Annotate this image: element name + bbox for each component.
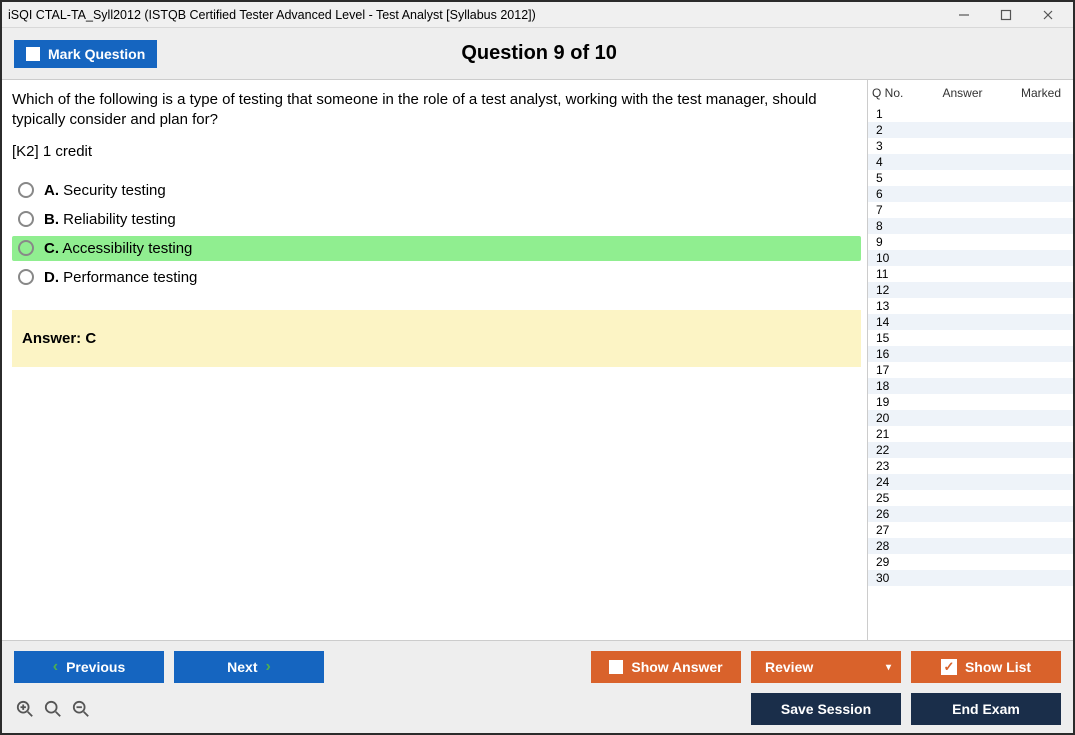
checkbox-icon (609, 660, 623, 674)
radio-icon (18, 182, 34, 198)
end-exam-button[interactable]: End Exam (911, 693, 1061, 725)
footer-row-1: ‹ Previous Next › Show Answer Review ▾ ✓… (14, 651, 1061, 683)
window-controls (951, 5, 1067, 25)
option-c[interactable]: C. Accessibility testing (12, 236, 861, 261)
footer-row-2: Save Session End Exam (14, 693, 1061, 725)
chevron-left-icon: ‹ (53, 658, 58, 676)
previous-label: Previous (66, 659, 125, 675)
navigator-row[interactable]: 11 (868, 266, 1073, 282)
navigator-row[interactable]: 21 (868, 426, 1073, 442)
navigator-row[interactable]: 25 (868, 490, 1073, 506)
navigator-row[interactable]: 17 (868, 362, 1073, 378)
option-d[interactable]: D. Performance testing (12, 265, 861, 290)
checkbox-checked-icon: ✓ (941, 659, 957, 675)
navigator-row[interactable]: 28 (868, 538, 1073, 554)
option-b[interactable]: B. Reliability testing (12, 207, 861, 232)
navigator-row[interactable]: 10 (868, 250, 1073, 266)
navigator-row[interactable]: 9 (868, 234, 1073, 250)
next-button[interactable]: Next › (174, 651, 324, 683)
navigator-row[interactable]: 29 (868, 554, 1073, 570)
chevron-down-icon: ▾ (886, 662, 891, 673)
radio-icon (18, 211, 34, 227)
zoom-in-button[interactable] (14, 698, 36, 720)
minimize-button[interactable] (951, 5, 977, 25)
answer-box: Answer: C (12, 310, 861, 367)
navigator-row[interactable]: 8 (868, 218, 1073, 234)
option-label: A. Security testing (44, 182, 166, 199)
navigator-row[interactable]: 20 (868, 410, 1073, 426)
question-counter: Question 9 of 10 (157, 42, 921, 65)
navigator-row[interactable]: 14 (868, 314, 1073, 330)
content-area: Which of the following is a type of test… (2, 80, 1073, 640)
show-answer-button[interactable]: Show Answer (591, 651, 741, 683)
radio-icon (18, 269, 34, 285)
navigator-list[interactable]: 1234567891011121314151617181920212223242… (868, 106, 1073, 640)
show-list-label: Show List (965, 659, 1031, 675)
radio-icon (18, 240, 34, 256)
navigator-row[interactable]: 13 (868, 298, 1073, 314)
navigator-header: Q No. Answer Marked (868, 80, 1073, 106)
window-title: iSQI CTAL-TA_Syll2012 (ISTQB Certified T… (8, 8, 951, 22)
review-dropdown[interactable]: Review ▾ (751, 651, 901, 683)
navigator-row[interactable]: 18 (868, 378, 1073, 394)
question-panel: Which of the following is a type of test… (2, 80, 867, 640)
header-bar: Mark Question Question 9 of 10 (2, 28, 1073, 80)
col-marked: Marked (1013, 86, 1069, 100)
navigator-row[interactable]: 1 (868, 106, 1073, 122)
next-label: Next (227, 659, 257, 675)
end-exam-label: End Exam (952, 701, 1020, 717)
navigator-row[interactable]: 23 (868, 458, 1073, 474)
maximize-button[interactable] (993, 5, 1019, 25)
zoom-out-button[interactable] (70, 698, 92, 720)
question-credit: [K2] 1 credit (12, 143, 861, 160)
zoom-controls (14, 698, 92, 720)
zoom-reset-button[interactable] (42, 698, 64, 720)
show-list-button[interactable]: ✓ Show List (911, 651, 1061, 683)
option-a[interactable]: A. Security testing (12, 178, 861, 203)
navigator-row[interactable]: 12 (868, 282, 1073, 298)
question-text: Which of the following is a type of test… (12, 90, 861, 131)
option-label: B. Reliability testing (44, 211, 176, 228)
close-button[interactable] (1035, 5, 1061, 25)
navigator-row[interactable]: 22 (868, 442, 1073, 458)
navigator-row[interactable]: 3 (868, 138, 1073, 154)
show-answer-label: Show Answer (631, 659, 722, 675)
chevron-right-icon: › (266, 658, 271, 676)
app-window: iSQI CTAL-TA_Syll2012 (ISTQB Certified T… (0, 0, 1075, 735)
options-list: A. Security testing B. Reliability testin… (12, 178, 861, 290)
navigator-row[interactable]: 16 (868, 346, 1073, 362)
navigator-row[interactable]: 30 (868, 570, 1073, 586)
navigator-row[interactable]: 24 (868, 474, 1073, 490)
navigator-row[interactable]: 26 (868, 506, 1073, 522)
previous-button[interactable]: ‹ Previous (14, 651, 164, 683)
navigator-row[interactable]: 2 (868, 122, 1073, 138)
option-label: C. Accessibility testing (44, 240, 192, 257)
checkbox-icon (26, 47, 40, 61)
navigator-row[interactable]: 7 (868, 202, 1073, 218)
navigator-row[interactable]: 15 (868, 330, 1073, 346)
navigator-row[interactable]: 19 (868, 394, 1073, 410)
review-label: Review (765, 659, 813, 675)
col-answer: Answer (912, 86, 1013, 100)
navigator-row[interactable]: 5 (868, 170, 1073, 186)
question-navigator: Q No. Answer Marked 12345678910111213141… (867, 80, 1073, 640)
save-session-label: Save Session (781, 701, 871, 717)
title-bar: iSQI CTAL-TA_Syll2012 (ISTQB Certified T… (2, 2, 1073, 28)
navigator-row[interactable]: 27 (868, 522, 1073, 538)
footer: ‹ Previous Next › Show Answer Review ▾ ✓… (2, 640, 1073, 733)
mark-question-label: Mark Question (48, 46, 145, 62)
mark-question-button[interactable]: Mark Question (14, 40, 157, 68)
navigator-row[interactable]: 6 (868, 186, 1073, 202)
option-label: D. Performance testing (44, 269, 197, 286)
save-session-button[interactable]: Save Session (751, 693, 901, 725)
col-qno: Q No. (872, 86, 912, 100)
navigator-row[interactable]: 4 (868, 154, 1073, 170)
